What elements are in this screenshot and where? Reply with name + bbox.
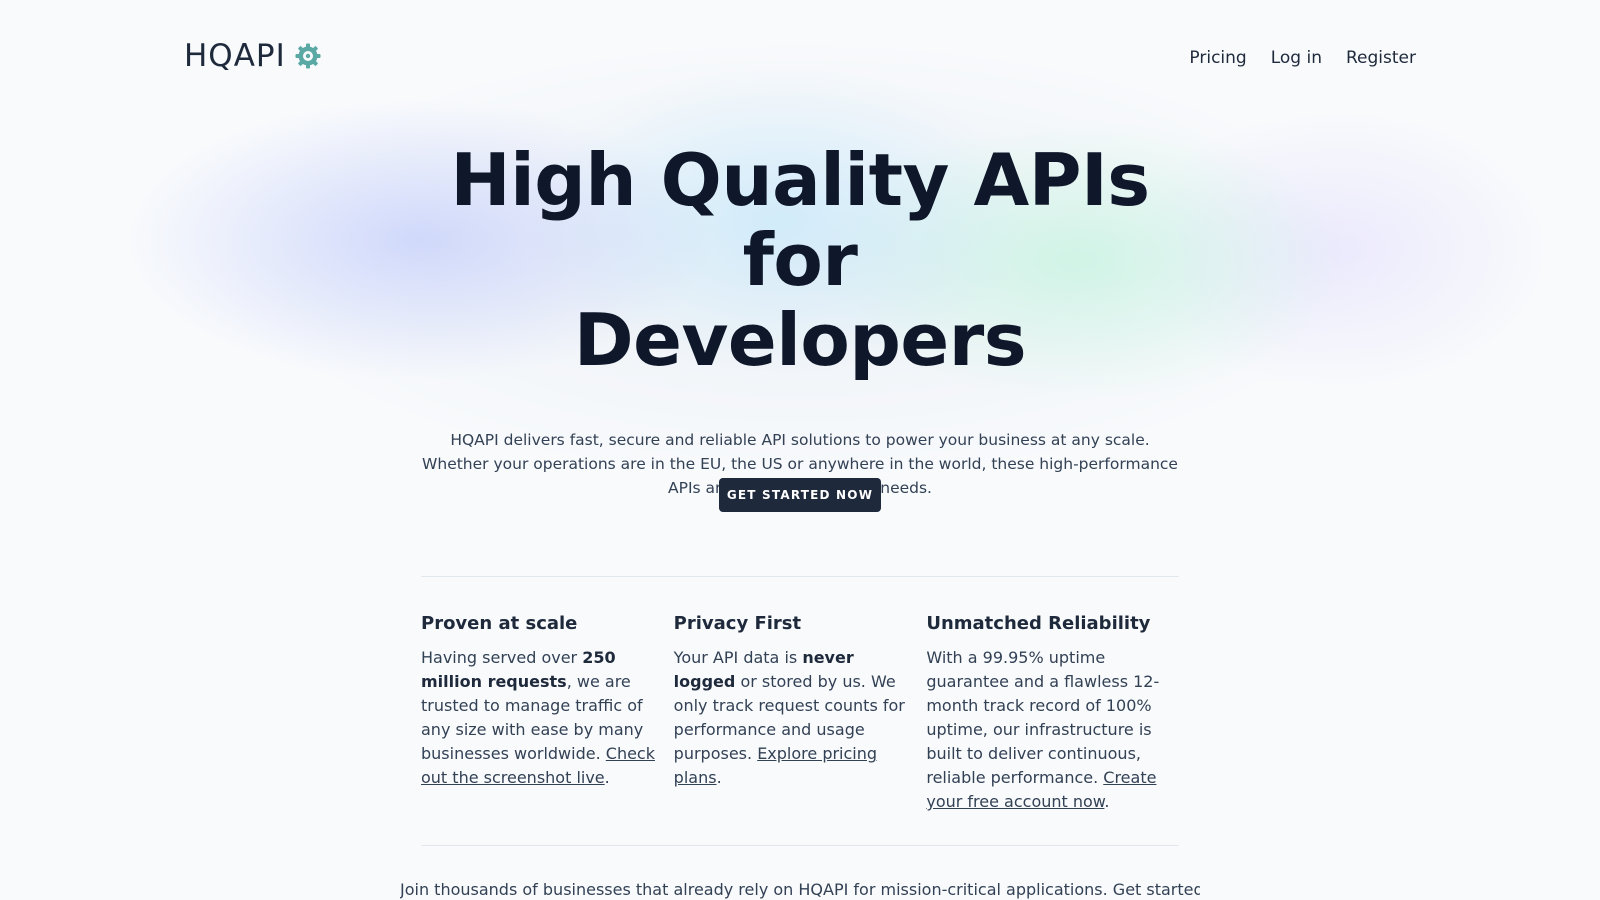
hero-title-line-1: High Quality APIs for — [450, 138, 1150, 302]
nav-pricing-link[interactable]: Pricing — [1189, 48, 1246, 68]
nav-register-link[interactable]: Register — [1346, 48, 1416, 68]
logo[interactable]: HQAPI — [184, 38, 322, 74]
feature-title: Proven at scale — [421, 613, 578, 634]
feature-text: Your API data is never logged or stored … — [673, 648, 905, 787]
features-section: Proven at scale Having served over 250 m… — [421, 612, 1179, 814]
get-started-button[interactable]: GET STARTED NOW — [719, 478, 881, 512]
feature-title: Unmatched Reliability — [926, 613, 1151, 634]
feature-text: Having served over 250 million requests,… — [421, 648, 655, 787]
feature-title: Privacy First — [673, 613, 802, 634]
section-divider — [421, 576, 1179, 577]
gear-icon — [294, 42, 322, 70]
closing-text: Join thousands of businesses that alread… — [400, 880, 1200, 899]
feature-proven-at-scale: Proven at scale Having served over 250 m… — [421, 612, 674, 814]
hero-title-line-2: Developers — [573, 298, 1027, 382]
hero-section: High Quality APIs for Developers HQAPI d… — [400, 140, 1200, 500]
nav-login-link[interactable]: Log in — [1271, 48, 1322, 68]
feature-unmatched-reliability: Unmatched Reliability With a 99.95% upti… — [926, 612, 1179, 814]
logo-text: HQAPI — [184, 38, 286, 74]
feature-privacy-first: Privacy First Your API data is never log… — [674, 612, 927, 814]
hero-title: High Quality APIs for Developers — [400, 140, 1200, 380]
section-divider — [421, 845, 1179, 846]
landing-page: HQAPI Pricing Log in Register High Quali… — [0, 0, 1600, 900]
site-header: HQAPI Pricing Log in Register — [0, 0, 1600, 110]
main-nav: Pricing Log in Register — [1189, 48, 1416, 68]
feature-text: With a 99.95% uptime guarantee and a fla… — [926, 648, 1160, 811]
